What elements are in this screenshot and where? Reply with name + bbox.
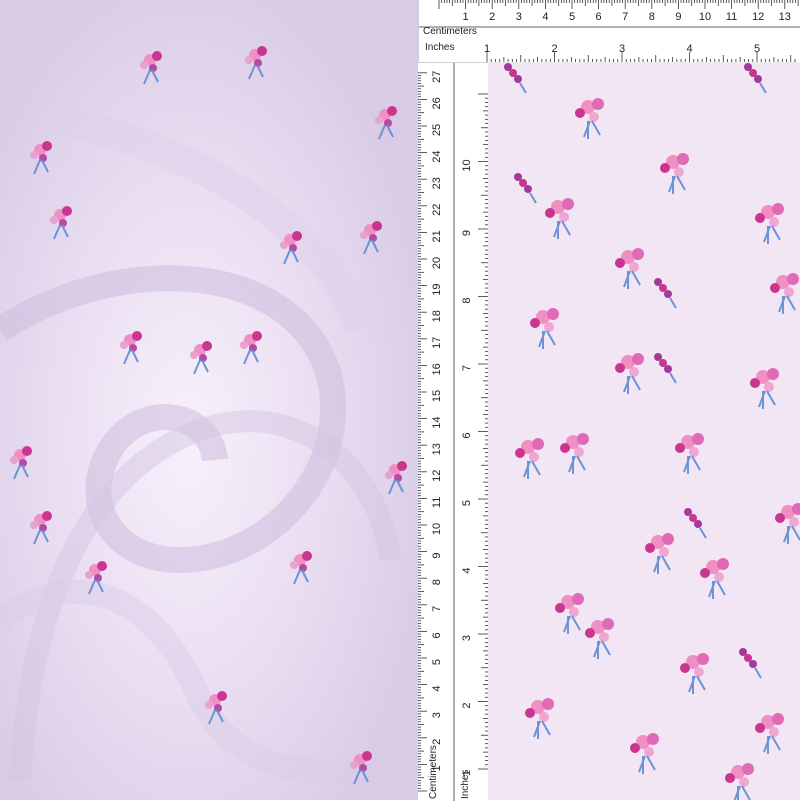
ruler-left-cm-label: 25 xyxy=(431,124,443,136)
ruler-top-cm-label: 2 xyxy=(489,11,495,23)
ruler-top-cm-label: 7 xyxy=(622,11,628,23)
ruler-top-cm-unit: Centimeters xyxy=(423,26,477,37)
ruler-top-cm-label: 5 xyxy=(569,11,575,23)
ruler-left-cm-label: 19 xyxy=(431,283,443,295)
ruler-left-in-label: 9 xyxy=(461,230,473,236)
ruler-left-cm-label: 14 xyxy=(431,416,443,428)
ruler-left-cm-label: 2 xyxy=(431,739,443,745)
ruler-left-cm-label: 16 xyxy=(431,363,443,375)
ruler-left-cm-label: 27 xyxy=(431,71,443,83)
ruler-top-cm-label: 1 xyxy=(463,11,469,23)
floral-print-pattern xyxy=(488,62,800,800)
ruler-left-cm-label: 9 xyxy=(431,553,443,559)
flat-fabric-swatch xyxy=(488,62,800,800)
swirled-fabric-photo xyxy=(0,0,418,800)
ruler-left-cm-label: 24 xyxy=(431,150,443,162)
ruler-left-cm-label: 3 xyxy=(431,712,443,718)
ruler-top-cm-label: 9 xyxy=(675,11,681,23)
ruler-left-cm-ticks: 1234567891011121314151617181920212223242… xyxy=(418,63,455,801)
ruler-top-cm-label: 13 xyxy=(779,11,791,23)
ruler-left-cm-label: 8 xyxy=(431,579,443,585)
ruler-top: 1234567891011121314 12345 Centimeters In… xyxy=(418,0,800,62)
ruler-top-cm-label: 4 xyxy=(542,11,548,23)
ruler-top-in-label: 4 xyxy=(686,43,692,55)
ruler-top-cm-ticks: 1234567891011121314 xyxy=(419,0,800,28)
ruler-left-cm-label: 17 xyxy=(431,337,443,349)
ruler-left: 1 2 3 4 5 6 7 8 9 10 11 12 13 14 15 16 17 18 19 20 21 22 23 24 2… xyxy=(418,62,488,801)
ruler-left-cm-label: 23 xyxy=(431,177,443,189)
ruler-top-cm-label: 12 xyxy=(752,11,764,23)
ruler-left-in-label: 2 xyxy=(461,702,473,708)
ruler-left-in-unit: Inches xyxy=(460,770,471,799)
ruler-left-in-label: 5 xyxy=(461,500,473,506)
ruler-left-cm-unit: Centimeters xyxy=(428,745,439,799)
ruler-left-in-label: 7 xyxy=(461,365,473,371)
ruler-top-cm-label: 8 xyxy=(649,11,655,23)
ruler-top-scale: 1234567891011121314 12345 Centimeters In… xyxy=(419,0,800,62)
ruler-left-scale: 1234567891011121314151617181920212223242… xyxy=(418,63,488,801)
ruler-top-in-label: 1 xyxy=(484,43,490,55)
ruler-left-cm-label: 12 xyxy=(431,470,443,482)
ruler-left-in-label: 6 xyxy=(461,432,473,438)
ruler-left-cm-label: 11 xyxy=(431,497,443,508)
ruler-left-cm-label: 22 xyxy=(431,204,443,216)
ruler-top-cm-label: 6 xyxy=(596,11,602,23)
ruler-left-cm-label: 4 xyxy=(431,686,443,692)
ruler-left-in-label: 4 xyxy=(461,567,473,573)
ruler-top-in-label: 3 xyxy=(619,43,625,55)
ruler-left-cm-label: 15 xyxy=(431,390,443,402)
ruler-left-in-label: 10 xyxy=(461,159,473,171)
ruler-left-cm-label: 21 xyxy=(431,230,443,242)
ruler-top-cm-label: 10 xyxy=(699,11,711,23)
ruler-left-cm-label: 7 xyxy=(431,606,443,612)
ruler-top-in-label: 5 xyxy=(754,43,760,55)
ruler-top-cm-label: 3 xyxy=(516,11,522,23)
ruler-left-cm-label: 13 xyxy=(431,443,443,455)
fabric-swirl-illustration xyxy=(0,0,418,800)
ruler-left-cm-label: 6 xyxy=(431,632,443,638)
ruler-top-in-unit: Inches xyxy=(425,42,454,53)
ruler-top-in-ticks: 1 2 3 4 5 xyxy=(484,43,796,62)
ruler-left-cm-label: 20 xyxy=(431,257,443,269)
ruler-top-cm-label: 11 xyxy=(726,11,737,23)
ruler-left-in-ticks: 12345678910 xyxy=(461,93,488,776)
ruler-left-in-label: 8 xyxy=(461,297,473,303)
ruler-left-cm-label: 5 xyxy=(431,659,443,665)
ruler-top-in-label: 2 xyxy=(551,43,557,55)
ruler-left-cm-label: 10 xyxy=(431,523,443,535)
ruler-left-in-label: 3 xyxy=(461,635,473,641)
ruler-left-cm-label: 18 xyxy=(431,310,443,322)
ruler-left-cm-label: 26 xyxy=(431,97,443,109)
